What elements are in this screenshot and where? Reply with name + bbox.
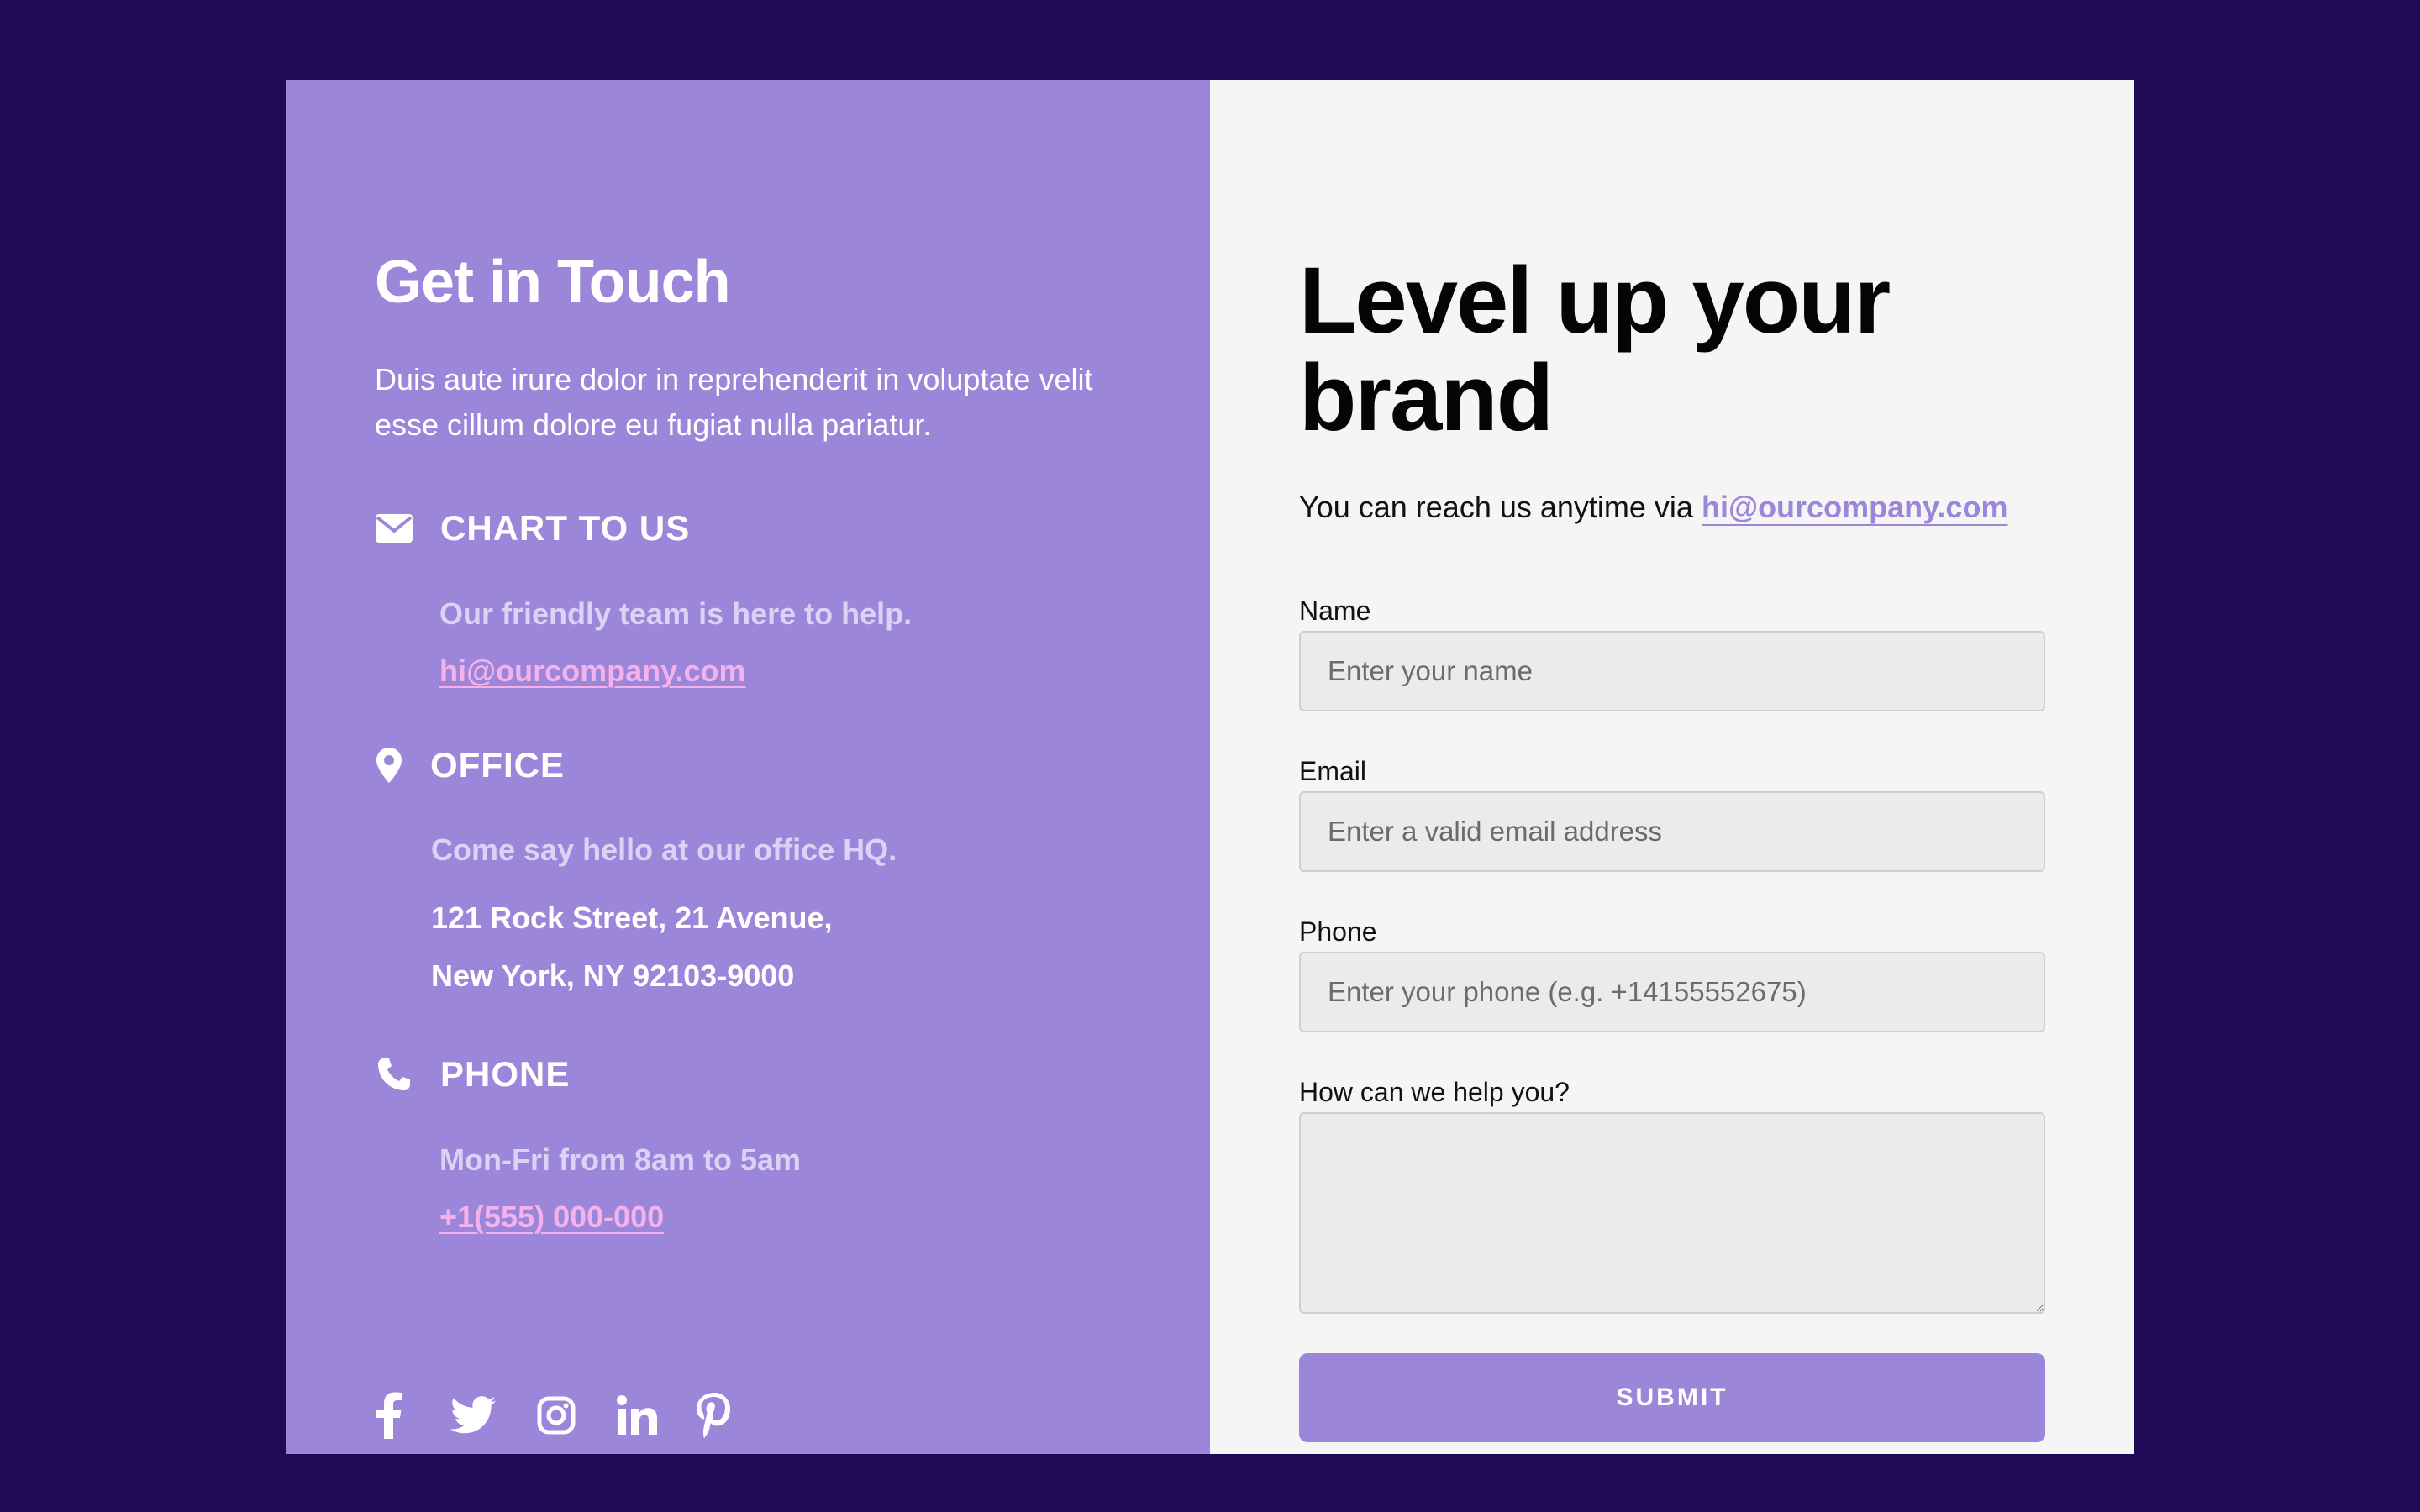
office-subtitle: Come say hello at our office HQ. — [431, 832, 897, 867]
message-label: How can we help you? — [1299, 1077, 1570, 1107]
reach-text: You can reach us anytime via hi@ourcompa… — [1299, 490, 2007, 525]
linkedin-icon[interactable] — [617, 1392, 657, 1439]
reach-email-link[interactable]: hi@ourcompany.com — [1702, 490, 2007, 524]
chat-section: CHART TO US — [375, 508, 690, 549]
name-label: Name — [1299, 596, 1371, 626]
phone-number-link[interactable]: +1(555) 000-000 — [439, 1202, 664, 1232]
office-section: OFFICE — [375, 745, 565, 785]
map-pin-icon — [375, 746, 403, 785]
form-title: Level up your brand — [1299, 248, 1891, 450]
contact-info-title: Get in Touch — [375, 249, 731, 316]
phone-section-title: PHONE — [440, 1054, 571, 1094]
office-address-line2: New York, NY 92103-9000 — [431, 958, 795, 993]
social-links — [375, 1392, 766, 1439]
phone-label: Phone — [1299, 916, 1377, 947]
reach-text-label: You can reach us anytime via — [1299, 490, 1693, 524]
contact-form-panel: Level up your brand You can reach us any… — [1210, 80, 2134, 1454]
contact-card: Get in Touch Duis aute irure dolor in re… — [286, 80, 2134, 1454]
twitter-icon[interactable] — [450, 1392, 496, 1439]
phone-subtitle: Mon-Fri from 8am to 5am — [439, 1142, 802, 1177]
chat-section-title: CHART TO US — [440, 508, 691, 548]
chat-subtitle: Our friendly team is here to help. — [439, 596, 913, 631]
phone-input[interactable] — [1299, 952, 2045, 1032]
message-textarea[interactable] — [1299, 1112, 2045, 1314]
contact-info-panel: Get in Touch Duis aute irure dolor in re… — [286, 80, 1210, 1454]
email-label: Email — [1299, 756, 1367, 786]
facebook-icon[interactable] — [375, 1392, 403, 1439]
contact-info-description: Duis aute irure dolor in reprehenderit i… — [375, 362, 1093, 442]
phone-icon — [375, 1055, 413, 1094]
email-input[interactable] — [1299, 791, 2045, 872]
submit-button[interactable]: SUBMIT — [1299, 1353, 2045, 1442]
name-input[interactable] — [1299, 631, 2045, 711]
office-section-title: OFFICE — [430, 745, 565, 785]
phone-section: PHONE — [375, 1054, 570, 1095]
office-address-line1: 121 Rock Street, 21 Avenue, — [431, 900, 833, 935]
chat-email-link[interactable]: hi@ourcompany.com — [439, 656, 745, 686]
envelope-icon — [375, 509, 413, 548]
pinterest-icon[interactable] — [696, 1392, 733, 1439]
instagram-icon[interactable] — [536, 1392, 576, 1439]
